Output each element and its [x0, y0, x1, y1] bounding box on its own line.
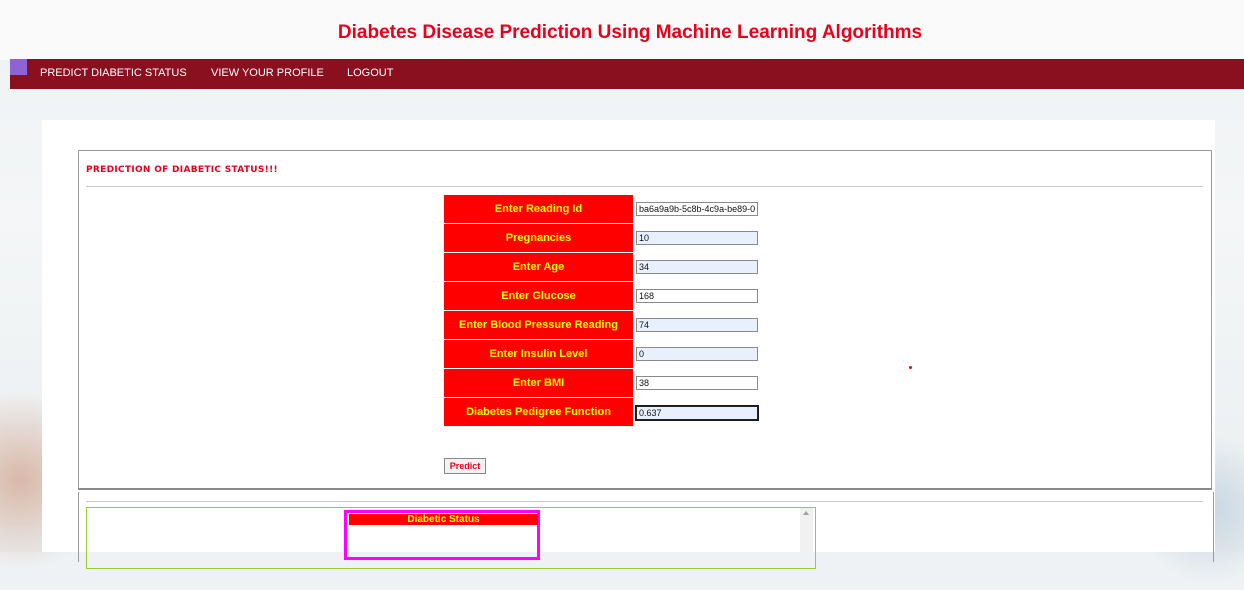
app-title: Diabetes Disease Prediction Using Machin…	[337, 22, 923, 43]
label-insulin-level: Enter Insulin Level	[444, 340, 633, 368]
nav-logout[interactable]: LOGOUT	[347, 67, 393, 79]
diabetes-pedigree-function-input[interactable]: 0.637	[635, 405, 759, 421]
label-blood-pressure: Enter Blood Pressure Reading	[444, 311, 633, 339]
scrollbar[interactable]	[800, 508, 813, 558]
scroll-up-arrow-icon[interactable]	[803, 511, 809, 515]
divider	[86, 501, 1203, 502]
blood-pressure-input[interactable]: 74	[636, 318, 758, 332]
nav-view-your-profile[interactable]: VIEW YOUR PROFILE	[211, 67, 324, 79]
stray-dot	[909, 366, 912, 369]
age-input[interactable]: 34	[636, 260, 758, 274]
section-title: PREDICTION OF DIABETIC STATUS!!!	[86, 165, 278, 175]
label-age: Enter Age	[444, 253, 633, 281]
label-bmi: Enter BMI	[444, 369, 633, 397]
label-pregnancies: Pregnancies	[444, 224, 633, 252]
label-diabetes-pedigree-function: Diabetes Pedigree Function	[444, 398, 633, 426]
navbar	[10, 59, 1244, 89]
diabetic-status-header: Diabetic Status	[349, 514, 538, 525]
pregnancies-input[interactable]: 10	[636, 231, 758, 245]
label-reading-id: Enter Reading Id	[444, 195, 633, 223]
predict-button[interactable]: Predict	[444, 458, 486, 474]
nav-accent	[10, 59, 27, 75]
divider	[86, 186, 1203, 187]
label-glucose: Enter Glucose	[444, 282, 633, 310]
glucose-input[interactable]: 168	[636, 289, 758, 303]
nav-predict-diabetic-status[interactable]: PREDICT DIABETIC STATUS	[40, 67, 187, 79]
bmi-input[interactable]: 38	[636, 376, 758, 390]
reading-id-input[interactable]: ba6a9a9b-5c8b-4c9a-be89-0	[636, 202, 758, 216]
insulin-level-input[interactable]: 0	[636, 347, 758, 361]
